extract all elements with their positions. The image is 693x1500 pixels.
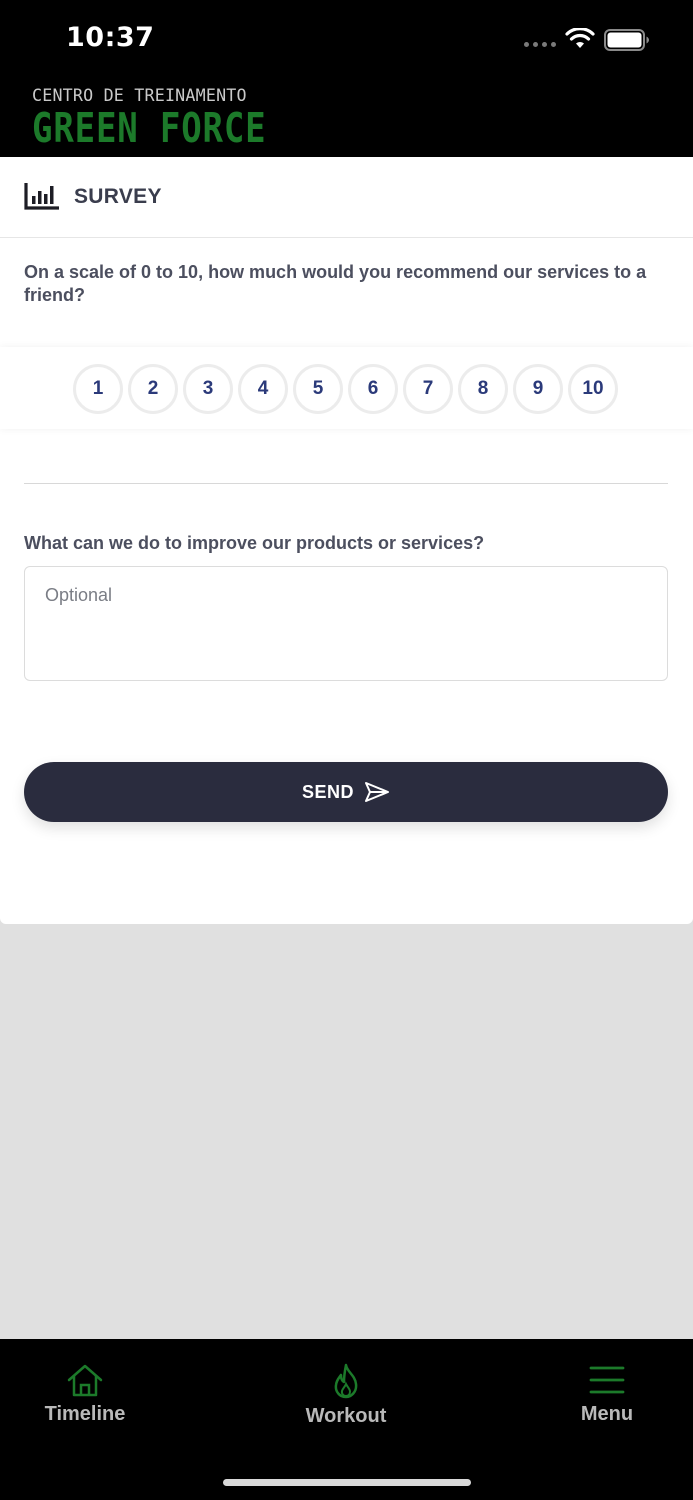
brand-line2: GREEN FORCE <box>32 104 267 152</box>
improve-question: What can we do to improve our products o… <box>24 533 485 553</box>
rating-option-3[interactable]: 3 <box>183 364 233 414</box>
nav-item-timeline[interactable]: Timeline <box>5 1363 165 1426</box>
rating-option-1[interactable]: 1 <box>73 364 123 414</box>
rating-option-10[interactable]: 10 <box>568 364 618 414</box>
rating-option-2[interactable]: 2 <box>128 364 178 414</box>
send-button-label: SEND <box>301 781 354 802</box>
wifi-icon <box>565 28 595 48</box>
rating-option-5[interactable]: 5 <box>293 364 343 414</box>
survey-title: SURVEY <box>74 185 162 208</box>
bottom-nav: Timeline Workout Menu <box>0 1339 693 1500</box>
home-indicator[interactable] <box>223 1479 471 1486</box>
recommend-question: On a scale of 0 to 10, how much would yo… <box>24 262 647 305</box>
divider <box>24 483 668 484</box>
rating-option-6[interactable]: 6 <box>348 364 398 414</box>
flame-icon <box>334 1363 358 1399</box>
status-time: 10:37 <box>66 22 155 53</box>
home-icon <box>67 1364 103 1397</box>
survey-header: SURVEY <box>0 157 693 238</box>
nav-item-menu[interactable]: Menu <box>527 1363 687 1426</box>
rating-option-4[interactable]: 4 <box>238 364 288 414</box>
survey-card: SURVEY On a scale of 0 to 10, how much w… <box>0 157 693 924</box>
nav-item-workout[interactable]: Workout <box>266 1363 426 1428</box>
brand-line1: CENTRO DE TREINAMENTO <box>32 86 247 106</box>
send-button[interactable]: SEND <box>24 762 668 822</box>
nav-label-timeline: Timeline <box>44 1403 126 1425</box>
rating-option-7[interactable]: 7 <box>403 364 453 414</box>
improve-textarea[interactable] <box>24 566 668 681</box>
send-icon <box>365 782 389 802</box>
cellular-signal-icon <box>524 42 556 47</box>
rating-option-8[interactable]: 8 <box>458 364 508 414</box>
rating-option-9[interactable]: 9 <box>513 364 563 414</box>
rating-scale: 1 2 3 4 5 6 7 8 9 10 <box>73 364 618 414</box>
app-header: 10:37 CENTRO DE TREINAMENTO GREEN FORCE <box>0 0 693 157</box>
bar-chart-icon <box>24 183 59 210</box>
rating-scale-band: 1 2 3 4 5 6 7 8 9 10 <box>0 347 693 429</box>
nav-label-workout: Workout <box>305 1405 387 1427</box>
brand-logo: CENTRO DE TREINAMENTO GREEN FORCE <box>32 86 315 152</box>
nav-label-menu: Menu <box>580 1403 634 1425</box>
battery-icon <box>604 29 649 51</box>
menu-icon <box>589 1366 625 1394</box>
